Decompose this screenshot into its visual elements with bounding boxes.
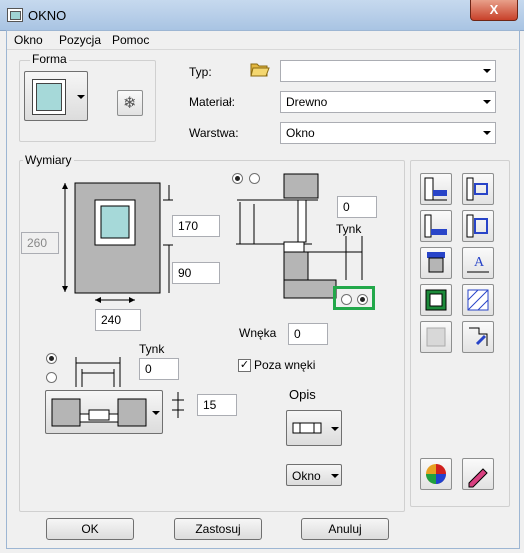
- svg-text:A: A: [474, 255, 485, 270]
- placement-radio-1[interactable]: [341, 294, 352, 305]
- opis-label: Opis: [289, 387, 316, 402]
- chevron-down-icon: [152, 411, 160, 415]
- window-width-field[interactable]: 240: [95, 309, 141, 331]
- tynk2-label: Tynk: [139, 342, 165, 356]
- plan-radio-1[interactable]: [46, 353, 57, 364]
- warstwa-label: Warstwa:: [189, 126, 239, 140]
- sill-right-icon: [466, 214, 488, 238]
- typ-label: Typ:: [189, 65, 212, 79]
- chevron-down-icon: [483, 100, 491, 104]
- tool-color-button[interactable]: [420, 458, 452, 490]
- window-icon: [7, 8, 23, 22]
- chevron-down-icon: [483, 131, 491, 135]
- lintel-icon: [427, 252, 445, 273]
- tool-lintel-button[interactable]: [420, 247, 452, 279]
- wneka-field[interactable]: 0: [288, 323, 328, 345]
- poza-wneki-checkbox[interactable]: ✓: [238, 359, 251, 372]
- window-shape-icon: [32, 79, 66, 115]
- wall-width-field: 260: [21, 232, 59, 254]
- menu-pozycja[interactable]: Pozycja: [59, 33, 101, 47]
- folder-open-icon[interactable]: [250, 60, 270, 80]
- forma-shape-button[interactable]: [24, 71, 88, 121]
- tool-sill-left-button[interactable]: [420, 210, 452, 242]
- plan-section-icon: [51, 398, 147, 427]
- chevron-down-icon: [331, 427, 339, 431]
- square-icon: [426, 327, 446, 347]
- hatch-icon: [467, 289, 489, 311]
- plan-dimension-drawing: [75, 357, 121, 387]
- tool-disabled-button: [420, 321, 452, 353]
- apply-button[interactable]: Zastosuj: [174, 518, 262, 540]
- sill-bottom-field[interactable]: 90: [172, 262, 220, 284]
- typ-combo[interactable]: [280, 60, 496, 82]
- tool-hatch-button[interactable]: [462, 284, 494, 316]
- material-combo[interactable]: Drewno: [280, 91, 496, 113]
- tool-text-button[interactable]: A: [462, 247, 494, 279]
- tool-settings-button[interactable]: [462, 321, 494, 353]
- section-left-icon: [424, 177, 447, 201]
- depth-dimension-icon: [172, 392, 184, 418]
- tynk2-field[interactable]: 0: [139, 358, 179, 380]
- tynk-label: Tynk: [336, 222, 362, 236]
- tool-section-left-button[interactable]: [420, 173, 452, 205]
- color-palette-icon: [426, 464, 446, 484]
- tool-pen-button[interactable]: [462, 458, 494, 490]
- close-button[interactable]: X: [470, 0, 518, 21]
- opis-symbol-button[interactable]: [286, 410, 342, 446]
- chevron-down-icon: [331, 474, 339, 478]
- window-title: OKNO: [28, 8, 67, 23]
- depth-field[interactable]: 15: [197, 394, 237, 416]
- snowflake-icon: ❄: [123, 95, 137, 112]
- warstwa-value: Okno: [286, 126, 315, 140]
- opis-select-value: Okno: [292, 469, 321, 483]
- tool-sill-right-button[interactable]: [462, 210, 494, 242]
- forma-label: Forma: [30, 52, 69, 66]
- poza-wneki-label: Poza wnęki: [254, 358, 316, 372]
- menu-okno[interactable]: Okno: [14, 33, 43, 47]
- wall-elevation-drawing: [62, 182, 173, 303]
- plan-radio-2[interactable]: [46, 372, 57, 383]
- placement-radio-2[interactable]: [357, 294, 368, 305]
- chevron-down-icon: [77, 95, 85, 99]
- snowflake-button[interactable]: ❄: [117, 90, 143, 116]
- chevron-down-icon: [483, 69, 491, 73]
- sill-left-icon: [424, 214, 447, 238]
- menu-pomoc[interactable]: Pomoc: [112, 33, 149, 47]
- tool-frame-button[interactable]: [420, 284, 452, 316]
- section-right-icon: [466, 177, 488, 201]
- section-offset-field[interactable]: 0: [337, 196, 377, 218]
- frame-icon: [425, 289, 447, 311]
- pen-icon: [468, 468, 488, 488]
- ok-button[interactable]: OK: [46, 518, 134, 540]
- window-symbol-icon: [292, 422, 322, 434]
- text-label-icon: A: [467, 255, 489, 273]
- tool-section-right-button[interactable]: [462, 173, 494, 205]
- cancel-button[interactable]: Anuluj: [301, 518, 389, 540]
- material-value: Drewno: [286, 95, 328, 109]
- plan-shape-button[interactable]: [45, 390, 163, 434]
- title-bar: [0, 0, 524, 31]
- highlight-radio-group: [333, 286, 375, 310]
- warstwa-combo[interactable]: Okno: [280, 122, 496, 144]
- wymiary-label: Wymiary: [23, 153, 74, 167]
- wneka-label: Wnęka: [239, 326, 277, 340]
- sill-top-field[interactable]: 170: [172, 215, 220, 237]
- opis-select[interactable]: Okno: [286, 464, 342, 486]
- material-label: Materiał:: [189, 95, 236, 109]
- wrench-icon: [469, 327, 488, 346]
